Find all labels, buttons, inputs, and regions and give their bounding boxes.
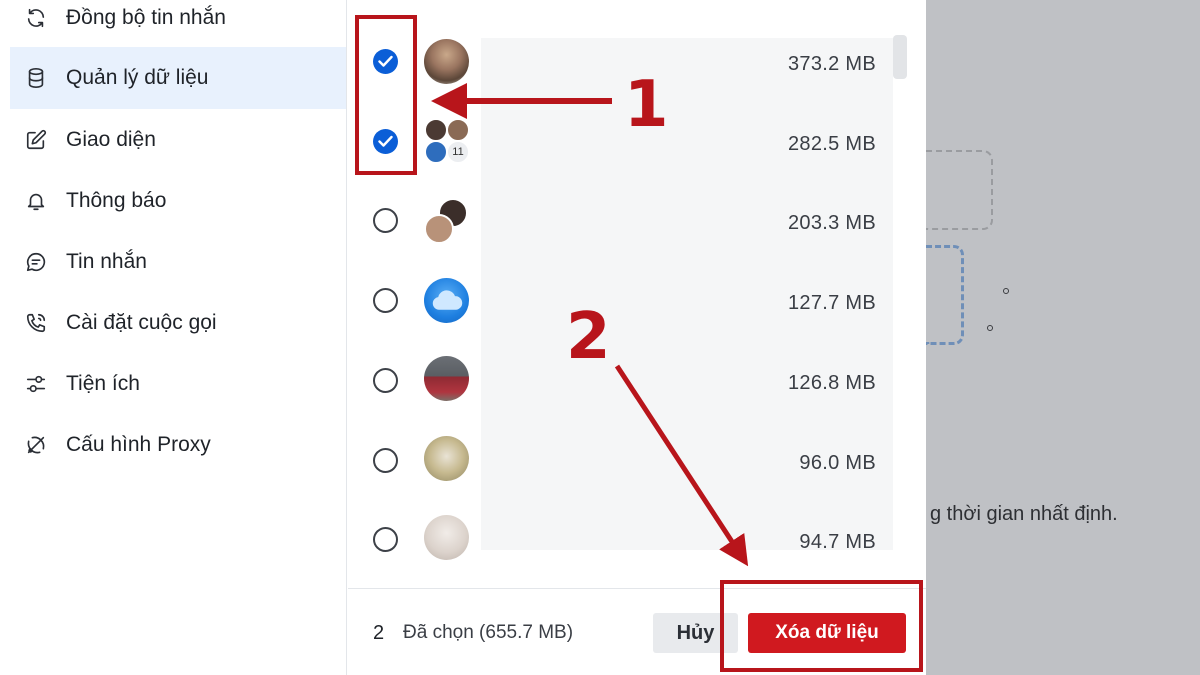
sidebar-item-label: Tiện ích — [66, 372, 140, 395]
sidebar-item-label: Quản lý dữ liệu — [66, 66, 209, 89]
sidebar-item-proxy[interactable]: Cấu hình Proxy — [10, 414, 346, 476]
annotation-step-2: 2 — [566, 300, 611, 374]
cloud-avatar — [424, 278, 469, 323]
background-dot — [1003, 288, 1009, 294]
storage-size: 96.0 MB — [799, 452, 876, 474]
list-item[interactable]: 373.2 MB — [348, 22, 898, 102]
list-item[interactable]: 11 282.5 MB — [348, 102, 898, 182]
row-checkbox[interactable] — [373, 288, 398, 313]
sidebar-item-label: Giao diện — [66, 128, 156, 151]
database-icon — [24, 66, 48, 90]
sidebar-item-label: Cài đặt cuộc gọi — [66, 311, 217, 334]
sidebar-item-notifications[interactable]: Thông báo — [10, 170, 346, 232]
sync-icon — [24, 6, 48, 30]
storage-size: 94.7 MB — [799, 531, 876, 553]
cloud-icon — [432, 289, 462, 310]
chat-icon — [24, 250, 48, 274]
sidebar-item-label: Cấu hình Proxy — [66, 433, 211, 456]
annotation-box-checkboxes — [355, 15, 417, 175]
background-partial-text: g thời gian nhất định. — [930, 503, 1118, 525]
storage-size: 282.5 MB — [787, 133, 876, 155]
edit-icon — [24, 128, 48, 152]
sliders-icon — [24, 372, 48, 396]
background-dashed-frame-blue — [926, 245, 964, 345]
sidebar-item-label: Thông báo — [66, 189, 167, 212]
background-dashed-frame — [926, 150, 993, 230]
list-item[interactable]: 94.7 MB — [348, 499, 898, 579]
row-checkbox[interactable] — [373, 208, 398, 233]
sidebar-item-appearance[interactable]: Giao diện — [10, 109, 346, 171]
phone-icon — [24, 311, 48, 335]
sidebar-item-sync[interactable]: Đồng bộ tin nhắn — [10, 0, 346, 49]
sidebar-item-messages[interactable]: Tin nhắn — [10, 231, 346, 293]
storage-size: 203.3 MB — [787, 212, 876, 234]
selected-summary: Đã chọn (655.7 MB) — [403, 622, 574, 643]
annotation-step-1: 1 — [624, 68, 669, 142]
annotation-box-delete — [720, 580, 923, 672]
row-checkbox[interactable] — [373, 527, 398, 552]
avatar — [424, 515, 469, 560]
sidebar-item-utilities[interactable]: Tiện ích — [10, 353, 346, 415]
list-item[interactable]: 203.3 MB — [348, 181, 898, 261]
proxy-icon — [24, 433, 48, 457]
storage-size: 126.8 MB — [787, 372, 876, 394]
sidebar-item-data-management[interactable]: Quản lý dữ liệu — [10, 47, 346, 109]
avatar — [424, 436, 469, 481]
selected-count: 2 — [373, 622, 385, 644]
group-member-count: 11 — [446, 140, 470, 164]
settings-sidebar: Đồng bộ tin nhắn Quản lý dữ liệu Giao di… — [0, 0, 347, 675]
storage-size: 127.7 MB — [787, 292, 876, 314]
background-window-dimmed — [926, 0, 1200, 675]
sidebar-item-call-settings[interactable]: Cài đặt cuộc gọi — [10, 292, 346, 354]
bell-icon — [24, 189, 48, 213]
list-item[interactable]: 96.0 MB — [348, 420, 898, 500]
storage-size: 373.2 MB — [787, 53, 876, 75]
group-avatar: 11 — [424, 118, 472, 166]
list-item[interactable]: 127.7 MB — [348, 260, 898, 340]
avatar — [424, 39, 469, 84]
sidebar-item-label: Đồng bộ tin nhắn — [66, 6, 226, 29]
list-item[interactable]: 126.8 MB — [348, 340, 898, 420]
avatar — [424, 356, 469, 401]
sidebar-item-label: Tin nhắn — [66, 250, 147, 273]
row-checkbox[interactable] — [373, 448, 398, 473]
row-checkbox[interactable] — [373, 368, 398, 393]
group-avatar — [424, 198, 472, 244]
background-dot — [987, 325, 993, 331]
